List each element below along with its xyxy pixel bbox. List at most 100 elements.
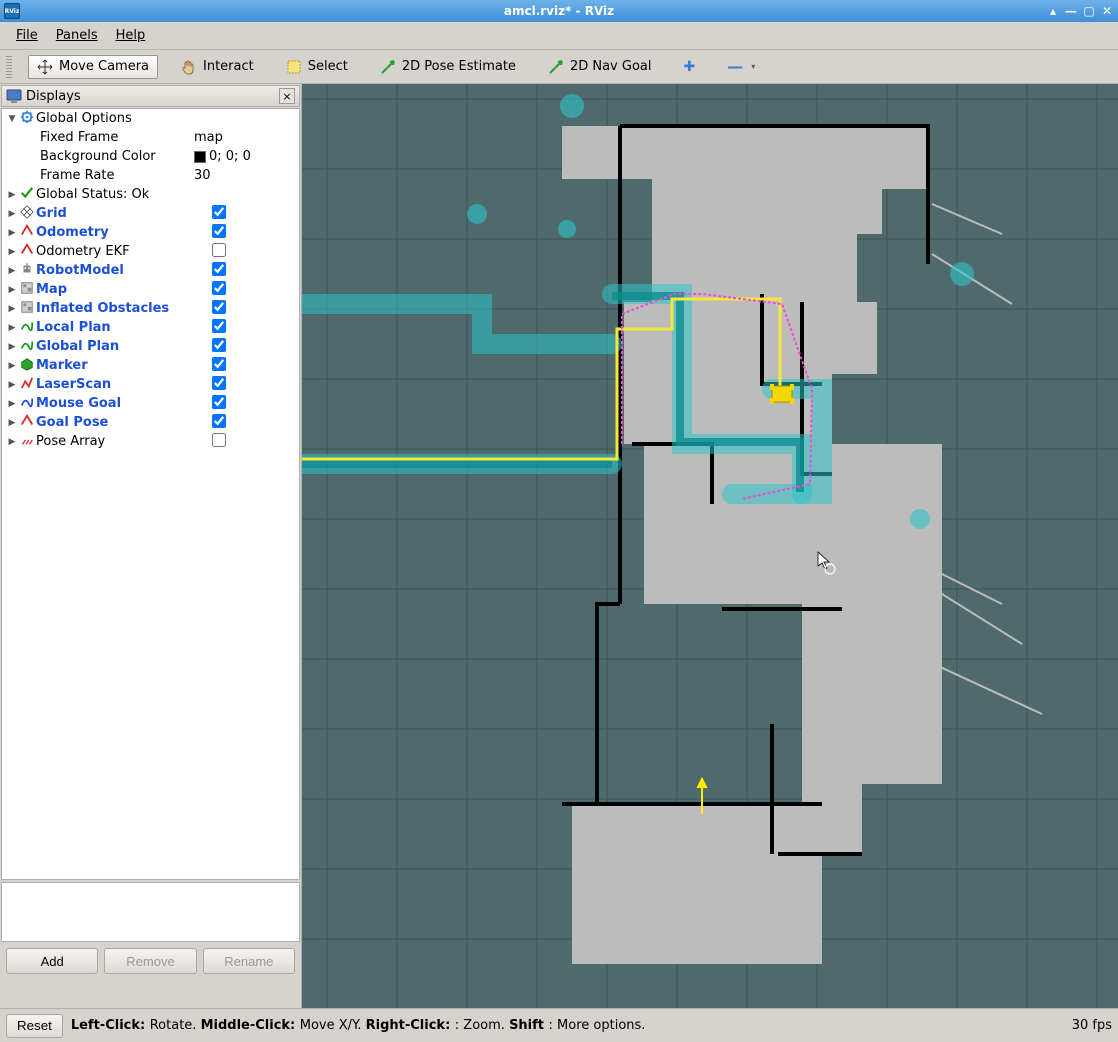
tool-add[interactable]: ✚ bbox=[674, 55, 704, 79]
tool-2d-pose-estimate[interactable]: 2D Pose Estimate bbox=[371, 55, 525, 79]
tree-item-goal-pose[interactable]: ▶Goal Pose bbox=[2, 413, 299, 432]
menu-help[interactable]: Help bbox=[108, 24, 154, 47]
tree-item-mouse-goal[interactable]: ▶Mouse Goal bbox=[2, 394, 299, 413]
visibility-checkbox[interactable] bbox=[212, 357, 226, 371]
visibility-checkbox[interactable] bbox=[212, 262, 226, 276]
expand-arrow-icon[interactable]: ▶ bbox=[6, 228, 18, 238]
nav-arrow-icon bbox=[548, 59, 564, 75]
expand-arrow-icon[interactable]: ▼ bbox=[6, 114, 18, 124]
tree-item-marker[interactable]: ▶Marker bbox=[2, 356, 299, 375]
tree-checkbox-cell[interactable] bbox=[208, 433, 299, 451]
tool-interact-label: Interact bbox=[203, 59, 254, 74]
expand-arrow-icon[interactable]: ▶ bbox=[6, 380, 18, 390]
remove-display-button[interactable]: Remove bbox=[104, 948, 196, 974]
tree-item-odometry[interactable]: ▶Odometry bbox=[2, 223, 299, 242]
expand-arrow-icon[interactable]: ▶ bbox=[6, 285, 18, 295]
visibility-checkbox[interactable] bbox=[212, 319, 226, 333]
tree-checkbox-cell[interactable] bbox=[208, 300, 299, 318]
tree-item-inflated-obstacles[interactable]: ▶Inflated Obstacles bbox=[2, 299, 299, 318]
displays-panel-close[interactable]: × bbox=[279, 88, 295, 104]
tool-2d-nav-goal[interactable]: 2D Nav Goal bbox=[539, 55, 661, 79]
visibility-checkbox[interactable] bbox=[212, 433, 226, 447]
tree-fixed-frame[interactable]: ▶ Fixed Frame map bbox=[2, 128, 299, 147]
expand-arrow-icon[interactable]: ▶ bbox=[6, 209, 18, 219]
path-green-icon bbox=[18, 338, 36, 355]
tree-item-grid[interactable]: ▶Grid bbox=[2, 204, 299, 223]
prop-value[interactable]: map bbox=[190, 130, 299, 145]
displays-panel-header[interactable]: Displays × bbox=[1, 85, 300, 107]
tree-item-robotmodel[interactable]: ▶RobotModel bbox=[2, 261, 299, 280]
expand-arrow-icon[interactable]: ▶ bbox=[6, 342, 18, 352]
expand-arrow-icon[interactable]: ▶ bbox=[6, 418, 18, 428]
expand-arrow-icon[interactable]: ▶ bbox=[6, 399, 18, 409]
menu-file[interactable]: File bbox=[8, 24, 46, 47]
tree-checkbox-cell[interactable] bbox=[208, 224, 299, 242]
visibility-checkbox[interactable] bbox=[212, 205, 226, 219]
tree-checkbox-cell[interactable] bbox=[208, 357, 299, 375]
rollup-button[interactable]: ▴ bbox=[1046, 4, 1060, 18]
tool-move-camera-label: Move Camera bbox=[59, 59, 149, 74]
visibility-checkbox[interactable] bbox=[212, 395, 226, 409]
rename-display-button[interactable]: Rename bbox=[203, 948, 295, 974]
tree-checkbox-cell[interactable] bbox=[208, 414, 299, 432]
tree-item-global-status-ok[interactable]: ▶Global Status: Ok bbox=[2, 185, 299, 204]
visibility-checkbox[interactable] bbox=[212, 300, 226, 314]
status-hints: Left-Click: Rotate. Middle-Click: Move X… bbox=[71, 1018, 646, 1033]
tree-label: Global Options bbox=[36, 111, 208, 126]
expand-arrow-icon[interactable]: ▶ bbox=[6, 323, 18, 333]
tree-background-color[interactable]: ▶ Background Color 0; 0; 0 bbox=[2, 147, 299, 166]
reset-button[interactable]: Reset bbox=[6, 1014, 63, 1038]
tree-item-pose-array[interactable]: ▶ Pose Array bbox=[2, 432, 299, 451]
expand-arrow-icon[interactable]: ▶ bbox=[6, 361, 18, 371]
prop-value[interactable]: 30 bbox=[190, 168, 299, 183]
toolbar-grip[interactable] bbox=[6, 56, 12, 78]
tree-checkbox-cell[interactable] bbox=[208, 395, 299, 413]
tree-checkbox-cell[interactable] bbox=[208, 338, 299, 356]
menu-panels[interactable]: Panels bbox=[48, 24, 106, 47]
tree-item-map[interactable]: ▶Map bbox=[2, 280, 299, 299]
displays-panel: Displays × ▼ Global Options ▶ Fixed Fram… bbox=[0, 84, 302, 1008]
minimize-button[interactable]: — bbox=[1064, 4, 1078, 18]
tool-interact[interactable]: Interact bbox=[172, 55, 263, 79]
tree-checkbox-cell[interactable] bbox=[208, 376, 299, 394]
color-swatch-icon bbox=[194, 151, 206, 163]
expand-arrow-icon[interactable]: ▶ bbox=[6, 266, 18, 276]
tree-item-local-plan[interactable]: ▶ Local Plan bbox=[2, 318, 299, 337]
visibility-checkbox[interactable] bbox=[212, 376, 226, 390]
expand-arrow-icon[interactable]: ▶ bbox=[6, 190, 18, 200]
prop-value[interactable]: 0; 0; 0 bbox=[190, 149, 299, 164]
tree-item-laserscan[interactable]: ▶LaserScan bbox=[2, 375, 299, 394]
tree-checkbox-cell[interactable] bbox=[208, 205, 299, 223]
prop-label: Fixed Frame bbox=[18, 130, 190, 145]
maximize-button[interactable]: ▢ bbox=[1082, 4, 1096, 18]
marker-icon bbox=[18, 357, 36, 374]
expand-arrow-icon[interactable]: ▶ bbox=[6, 247, 18, 257]
tree-label: Pose Array bbox=[36, 434, 208, 449]
tree-checkbox-cell[interactable] bbox=[208, 262, 299, 280]
tree-frame-rate[interactable]: ▶ Frame Rate 30 bbox=[2, 166, 299, 185]
visibility-checkbox[interactable] bbox=[212, 281, 226, 295]
tool-select[interactable]: Select bbox=[277, 55, 357, 79]
close-button[interactable]: ✕ bbox=[1100, 4, 1114, 18]
add-display-button[interactable]: Add bbox=[6, 948, 98, 974]
tree-item-odometry-ekf[interactable]: ▶Odometry EKF bbox=[2, 242, 299, 261]
expand-arrow-icon[interactable]: ▶ bbox=[6, 304, 18, 314]
3d-viewport[interactable]: ◀ ▶ bbox=[302, 84, 1118, 1008]
app-icon: RViz bbox=[4, 3, 20, 19]
visibility-checkbox[interactable] bbox=[212, 414, 226, 428]
visibility-checkbox[interactable] bbox=[212, 243, 226, 257]
tree-label: Local Plan bbox=[36, 320, 208, 335]
tree-checkbox-cell[interactable] bbox=[208, 319, 299, 337]
displays-tree[interactable]: ▼ Global Options ▶ Fixed Frame map ▶ Bac… bbox=[1, 108, 300, 880]
tree-global-options[interactable]: ▼ Global Options bbox=[2, 109, 299, 128]
expand-arrow-icon[interactable]: ▶ bbox=[6, 437, 18, 447]
tool-move-camera[interactable]: Move Camera bbox=[28, 55, 158, 79]
tree-checkbox-cell[interactable] bbox=[208, 281, 299, 299]
visibility-checkbox[interactable] bbox=[212, 338, 226, 352]
select-icon bbox=[286, 59, 302, 75]
tool-remove[interactable]: —▾ bbox=[718, 53, 764, 80]
tree-checkbox-cell[interactable] bbox=[208, 243, 299, 261]
visibility-checkbox[interactable] bbox=[212, 224, 226, 238]
tree-item-global-plan[interactable]: ▶Global Plan bbox=[2, 337, 299, 356]
hand-icon bbox=[181, 59, 197, 75]
